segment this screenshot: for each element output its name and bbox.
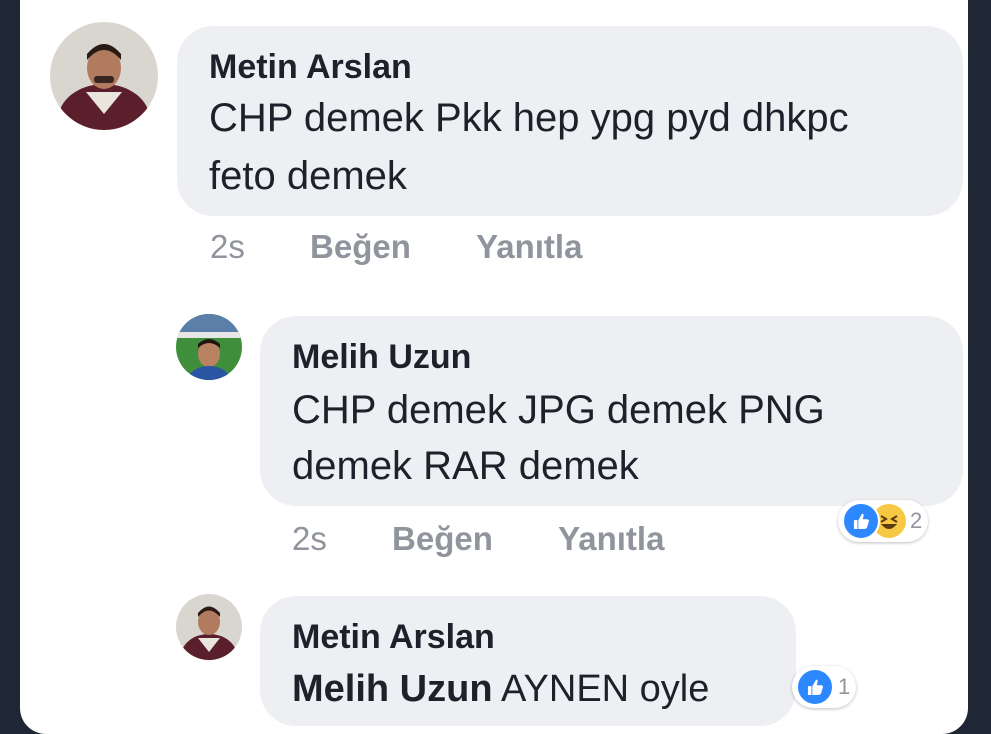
comment-text: Melih Uzun AYNEN oyle (292, 668, 709, 711)
comment-bubble: Metin Arslan CHP demek Pkk hep ypg pyd d… (177, 26, 963, 216)
comment-author[interactable]: Melih Uzun (292, 338, 471, 377)
comment-bubble: Metin Arslan Melih Uzun AYNEN oyle (260, 596, 796, 726)
like-icon (796, 668, 834, 706)
comment-text: CHP demek JPG demek PNG (292, 388, 825, 432)
comment-text: feto demek (209, 154, 407, 198)
reaction-summary[interactable]: 2 (838, 500, 929, 542)
comment-bubble: Melih Uzun CHP demek JPG demek PNG demek… (260, 316, 963, 506)
comment-author[interactable]: Metin Arslan (292, 618, 495, 657)
comment-author[interactable]: Metin Arslan (209, 48, 412, 87)
comment-timestamp[interactable]: 2s (292, 520, 327, 558)
like-icon (842, 502, 880, 540)
reaction-count: 2 (910, 508, 923, 533)
reply-button[interactable]: Yanıtla (476, 228, 582, 266)
avatar[interactable] (176, 314, 242, 380)
comment-text-body: AYNEN oyle (501, 668, 710, 710)
comment-actions: 2s Beğen Yanıtla (292, 520, 664, 558)
like-button[interactable]: Beğen (310, 228, 411, 266)
avatar[interactable] (176, 594, 242, 660)
comment-actions: 2s Beğen Yanıtla (210, 228, 582, 266)
avatar[interactable] (50, 22, 158, 130)
like-button[interactable]: Beğen (392, 520, 493, 558)
reaction-count: 1 (838, 674, 851, 699)
comment-thread-card: Metin Arslan CHP demek Pkk hep ypg pyd d… (20, 0, 968, 734)
comment-text: CHP demek Pkk hep ypg pyd dhkpc (209, 96, 849, 140)
avatar-photo (50, 22, 158, 130)
avatar-photo (176, 314, 242, 380)
mention-link[interactable]: Melih Uzun (292, 668, 493, 710)
comment-text: demek RAR demek (292, 444, 639, 488)
reply-button[interactable]: Yanıtla (558, 520, 664, 558)
avatar-photo (176, 594, 242, 660)
reaction-summary[interactable]: 1 (792, 666, 857, 708)
comment-timestamp[interactable]: 2s (210, 228, 245, 266)
